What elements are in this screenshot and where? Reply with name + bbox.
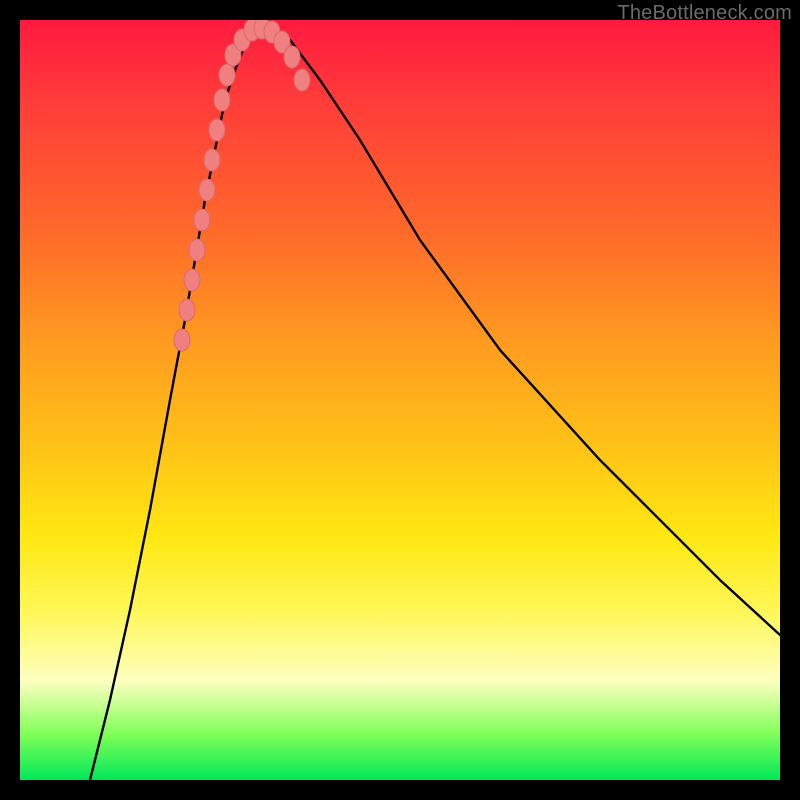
gradient-plot-area <box>20 20 780 780</box>
curve-markers <box>174 20 310 351</box>
watermark-text: TheBottleneck.com <box>617 2 792 25</box>
curve-marker <box>209 119 225 141</box>
curve-marker <box>184 269 200 291</box>
curve-marker <box>219 64 235 86</box>
bottleneck-curve <box>90 25 780 780</box>
curve-marker <box>179 299 195 321</box>
curve-marker <box>189 239 205 261</box>
curve-marker <box>214 89 230 111</box>
curve-marker <box>204 149 220 171</box>
chart-svg <box>20 20 780 780</box>
curve-marker <box>174 329 190 351</box>
curve-marker <box>199 179 215 201</box>
curve-marker <box>294 69 310 91</box>
curve-marker <box>284 46 300 68</box>
curve-marker <box>194 209 210 231</box>
